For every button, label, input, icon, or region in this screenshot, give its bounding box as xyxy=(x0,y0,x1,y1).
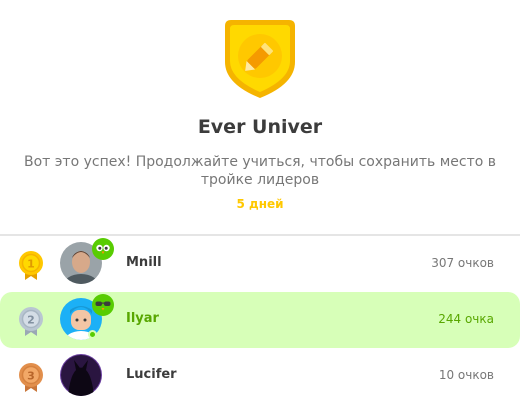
duo-sunglasses-icon xyxy=(92,294,114,316)
league-badge-icon xyxy=(225,20,295,98)
dark-avatar-icon xyxy=(60,354,102,396)
leaderboard-row-2[interactable]: 2 Ilyar 244 очка xyxy=(0,292,520,348)
user-name[interactable]: Mnill xyxy=(126,255,162,270)
user-points: 307 очков xyxy=(431,256,494,270)
leaderboard-row-3[interactable]: 3 Lucifer 10 очков xyxy=(0,348,520,404)
online-status-dot xyxy=(88,330,97,339)
user-name[interactable]: Lucifer xyxy=(126,367,177,382)
rank-number: 1 xyxy=(27,258,35,271)
user-name[interactable]: Ilyar xyxy=(126,311,159,326)
league-title: Ever Univer xyxy=(197,116,323,138)
leaderboard-row-1[interactable]: 1 Mnill 307 очков xyxy=(0,236,520,292)
bronze-medal-icon: 3 xyxy=(19,363,43,392)
league-subtitle: Вот это успех! Продолжайте учиться, чтоб… xyxy=(23,154,497,188)
days-remaining: 5 дней xyxy=(236,197,284,211)
user-points: 10 очков xyxy=(438,368,494,382)
silver-medal-icon: 2 xyxy=(19,307,43,336)
rank-number: 3 xyxy=(27,370,35,383)
gold-medal-icon: 1 xyxy=(19,251,43,280)
rank-number: 2 xyxy=(27,314,35,327)
avatar[interactable] xyxy=(60,354,102,396)
user-points: 244 очка xyxy=(438,312,494,326)
duo-owl-icon xyxy=(92,238,114,260)
